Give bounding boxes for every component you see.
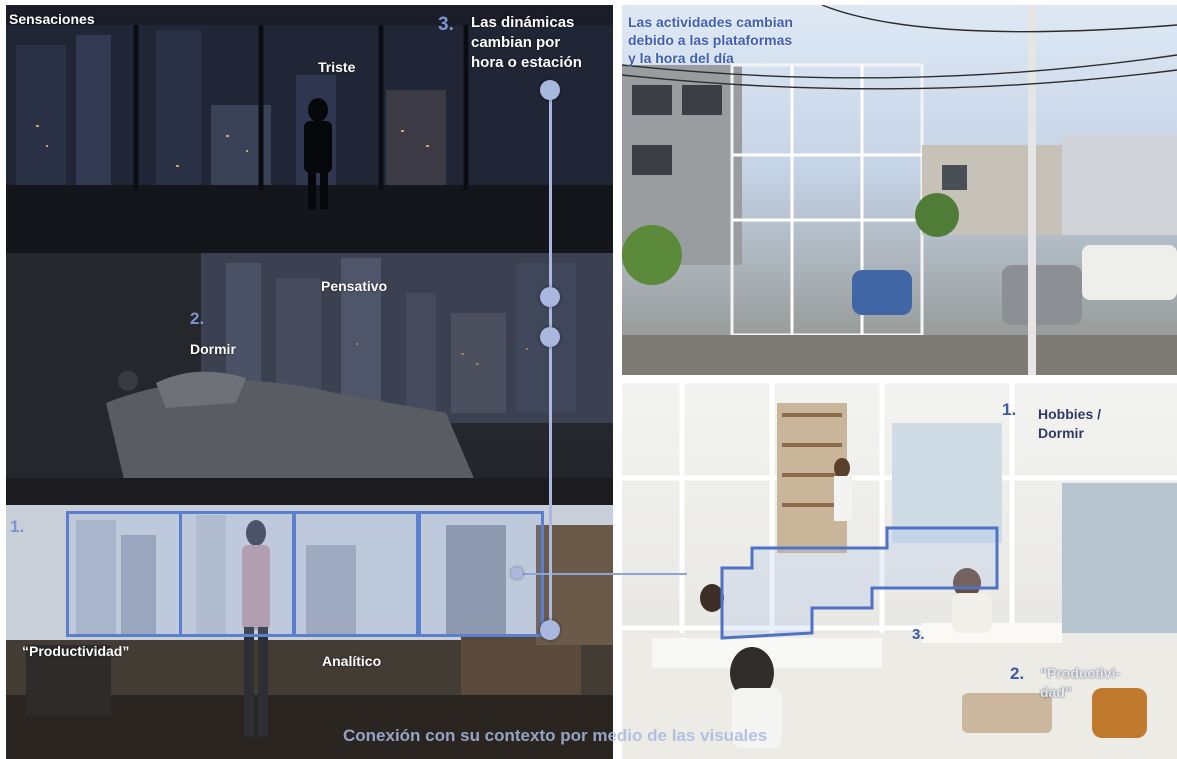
window-highlight-2 <box>179 511 295 637</box>
timeline-text-line-2: cambian por <box>471 34 561 51</box>
sleep-number: 2. <box>190 309 205 328</box>
timeline-dot-top <box>540 80 560 100</box>
timeline-vertical-line <box>549 88 552 633</box>
window-highlight-3 <box>293 511 419 637</box>
step-3-number: 3. <box>912 626 925 643</box>
activities-caption-line-3: y la hora del día <box>628 50 734 66</box>
right-productivity-label-line-1: “Productivi- <box>1040 665 1121 681</box>
sleep-label: Dormir <box>190 341 236 357</box>
office-scene <box>6 505 613 759</box>
bedroom-scene <box>6 253 613 505</box>
hobbies-number: 1. <box>1002 400 1017 419</box>
timeline-dot-sleep <box>540 327 560 347</box>
timeline-dot-office <box>540 620 560 640</box>
activities-caption-line-2: debido a las plataformas <box>628 32 793 48</box>
hobbies-label-line-1: Hobbies / <box>1038 406 1102 422</box>
productivity-label: “Productividad” <box>22 643 130 659</box>
hobbies-label-line-2: Dormir <box>1038 425 1084 441</box>
sensations-title: Sensaciones <box>9 11 95 27</box>
window-highlight-1 <box>66 511 182 637</box>
mood-thoughtful-label: Pensativo <box>321 278 388 294</box>
timeline-dot-connector <box>511 567 523 579</box>
timeline-text-line-3: hora o estación <box>471 54 582 71</box>
activity-platform-highlight <box>720 526 999 640</box>
right-productivity-number: 2. <box>1010 664 1025 683</box>
connector-line-horizontal <box>517 573 687 575</box>
mood-analytic-label: Analítico <box>322 653 382 669</box>
timeline-text-line-1: Las dinámicas <box>471 14 575 31</box>
timeline-number: 3. <box>438 14 454 35</box>
right-productivity-label-line-2: dad” <box>1040 684 1072 700</box>
productivity-number: 1. <box>10 517 25 536</box>
timeline-dot-thoughtful <box>540 287 560 307</box>
mood-sad-label: Triste <box>318 59 356 75</box>
activities-caption-line-1: Las actividades cambian <box>628 14 793 30</box>
bedroom-illustration <box>6 253 613 505</box>
footer-caption: Conexión con su contexto por medio de la… <box>343 726 768 745</box>
house-interior-scene <box>622 383 1177 759</box>
